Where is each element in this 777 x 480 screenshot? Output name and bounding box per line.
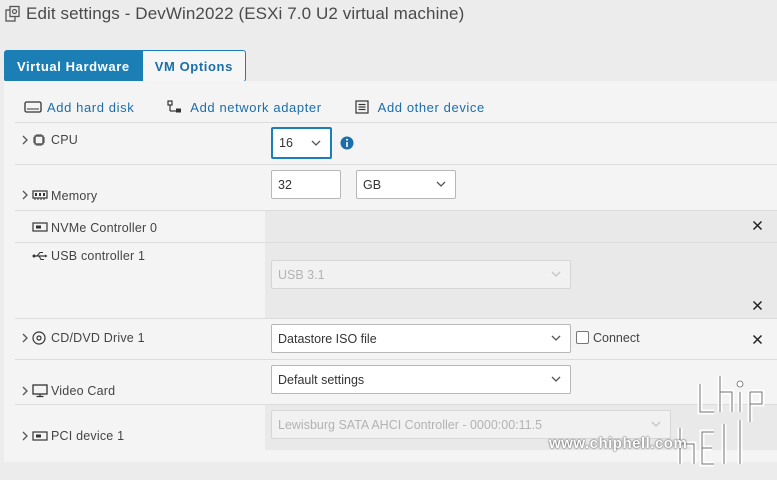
chevron-right-icon[interactable] (21, 333, 29, 343)
usb-value-area: USB 3.1 (265, 243, 777, 318)
add-network-adapter-button[interactable]: Add network adapter (167, 100, 321, 115)
memory-label: Memory (51, 189, 98, 203)
memory-size-value: 32 (278, 177, 292, 192)
cpu-count-value: 16 (279, 136, 293, 150)
cpu-count-select[interactable]: 16 (271, 127, 332, 159)
chevron-right-icon[interactable] (21, 431, 29, 441)
close-icon[interactable] (752, 300, 763, 311)
hard-disk-icon (24, 100, 42, 114)
monitor-icon (32, 384, 48, 398)
memory-label-area: Memory (15, 165, 265, 210)
chevron-right-icon[interactable] (21, 386, 29, 396)
cddvd-value-area: Datastore ISO file Connect (265, 319, 777, 359)
chiphell-logo (677, 376, 765, 467)
connect-label: Connect (593, 331, 640, 345)
chevron-right-icon[interactable] (21, 190, 29, 200)
connect-checkbox[interactable] (576, 331, 589, 344)
add-hard-disk-button[interactable]: Add hard disk (24, 100, 134, 115)
video-label-area: Video Card (15, 360, 265, 404)
dialog-title: Edit settings - DevWin2022 (ESXi 7.0 U2 … (26, 4, 465, 23)
chevron-down-icon (551, 270, 561, 278)
cpu-icon (32, 133, 48, 147)
video-label: Video Card (51, 384, 116, 398)
pci-card-icon (32, 430, 48, 444)
close-icon[interactable] (752, 220, 763, 231)
window-title-bar: Edit settings - DevWin2022 (ESXi 7.0 U2 … (0, 0, 777, 28)
video-settings-select[interactable]: Default settings (271, 365, 571, 394)
cpu-value-area: 16 (265, 123, 777, 164)
tab-virtual-hardware[interactable]: Virtual Hardware (4, 50, 143, 82)
nvme-label: NVMe Controller 0 (51, 221, 158, 235)
cd-dvd-icon (32, 331, 48, 345)
chevron-down-icon (311, 139, 321, 147)
video-settings-value: Default settings (278, 372, 365, 387)
vm-settings-icon (5, 5, 21, 23)
pci-device-value: Lewisburg SATA AHCI Controller - 0000:00… (278, 417, 543, 432)
tab-bar: Virtual Hardware VM Options (4, 50, 246, 82)
device-row-usb: USB controller 1 USB 3.1 (15, 242, 777, 318)
add-other-device-button[interactable]: Add other device (355, 100, 485, 115)
cddvd-label: CD/DVD Drive 1 (51, 331, 145, 345)
memory-unit-select[interactable]: GB (356, 170, 456, 199)
info-icon[interactable] (340, 136, 354, 150)
add-other-device-label: Add other device (377, 99, 485, 115)
usb-label-area: USB controller 1 (15, 243, 265, 318)
device-row-nvme: NVMe Controller 0 (15, 210, 777, 242)
memory-unit-value: GB (363, 177, 382, 192)
add-hard-disk-label: Add hard disk (47, 99, 135, 115)
cddvd-label-area: CD/DVD Drive 1 (15, 319, 265, 359)
controller-icon (32, 221, 48, 235)
watermark-url: www.chiphell.com (549, 435, 688, 452)
memory-icon (32, 189, 48, 203)
device-row-memory: Memory 32 GB (15, 164, 777, 210)
add-network-adapter-label: Add network adapter (190, 99, 322, 115)
nvme-label-area: NVMe Controller 0 (15, 211, 265, 242)
device-row-cpu: CPU 16 (15, 122, 777, 164)
add-device-toolbar: Add hard disk Add network adapter Add ot… (24, 98, 518, 116)
other-device-icon (355, 100, 373, 114)
usb-type-select: USB 3.1 (271, 260, 571, 289)
device-row-cddvd: CD/DVD Drive 1 Datastore ISO file Connec… (15, 318, 777, 359)
nvme-value-area (265, 211, 777, 242)
chevron-down-icon (436, 180, 446, 188)
network-adapter-icon (167, 100, 185, 114)
usb-type-value: USB 3.1 (278, 267, 325, 282)
memory-value-area: 32 GB (265, 165, 777, 210)
cddvd-media-value: Datastore ISO file (278, 331, 377, 346)
usb-label: USB controller 1 (51, 249, 146, 263)
usb-icon (32, 250, 48, 264)
memory-size-input[interactable]: 32 (271, 170, 341, 199)
cddvd-media-select[interactable]: Datastore ISO file (271, 324, 571, 353)
pci-label-area: PCI device 1 (15, 405, 265, 450)
pci-label: PCI device 1 (51, 429, 125, 443)
chevron-right-icon[interactable] (21, 135, 29, 145)
chevron-down-icon (551, 334, 561, 342)
cpu-label: CPU (51, 133, 78, 147)
tab-vm-options[interactable]: VM Options (142, 50, 246, 82)
close-icon[interactable] (752, 334, 763, 345)
cpu-label-area: CPU (15, 123, 265, 164)
